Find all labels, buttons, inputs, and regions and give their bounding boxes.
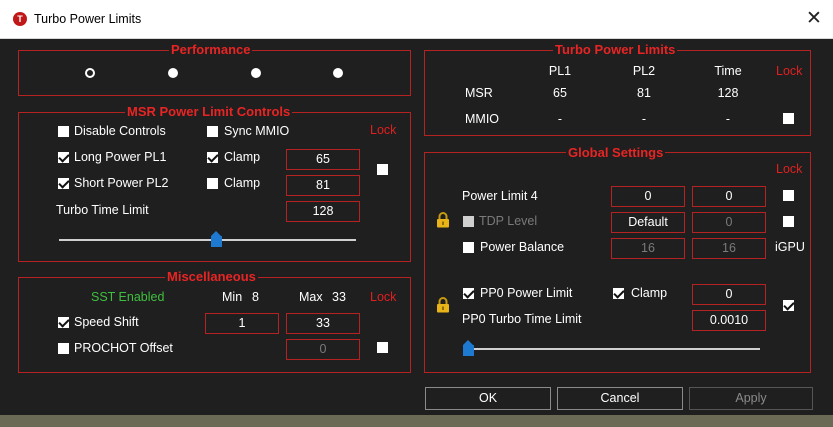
msr-lock-checkbox[interactable] (377, 164, 388, 175)
apply-button[interactable]: Apply (689, 387, 813, 410)
global-title: Global Settings (566, 145, 666, 160)
window-title: Turbo Power Limits (34, 12, 142, 26)
tdp-lock-checkbox[interactable] (783, 216, 794, 227)
padlock-icon (437, 212, 449, 228)
sync-mmio-label: Sync MMIO (224, 124, 290, 138)
performance-radio-2[interactable] (168, 68, 178, 78)
speed-shift-max-input[interactable]: 33 (286, 313, 360, 334)
pl4-input-a[interactable]: 0 (611, 186, 685, 207)
turbo-time-slider-track[interactable] (59, 239, 356, 241)
power-balance-input-a[interactable]: 16 (611, 238, 685, 259)
pl1-input[interactable]: 65 (286, 149, 360, 170)
pp0-clamp-checkbox[interactable] (613, 288, 624, 299)
tpl-msr-label: MSR (465, 86, 493, 100)
speed-shift-label: Speed Shift (74, 315, 139, 329)
pl4-lock-checkbox[interactable] (783, 190, 794, 201)
pl1-clamp-label: Clamp (224, 150, 261, 164)
max-value: 33 (332, 290, 346, 304)
pl2-clamp-checkbox[interactable] (207, 178, 218, 189)
global-lock-label: Lock (776, 162, 803, 176)
tpl-header-pl1: PL1 (548, 64, 572, 78)
cancel-button[interactable]: Cancel (557, 387, 683, 410)
tpl-msr-pl1: 65 (553, 86, 567, 100)
disable-controls-checkbox[interactable] (58, 126, 69, 137)
tpl-mmio-pl1: - (557, 112, 563, 126)
tpl-mmio-label: MMIO (465, 112, 500, 126)
misc-lock-checkbox[interactable] (377, 342, 388, 353)
speed-shift-min-input[interactable]: 1 (205, 313, 279, 334)
misc-lock-label: Lock (370, 290, 397, 304)
pp0-power-limit-label: PP0 Power Limit (480, 286, 573, 300)
padlock-icon (437, 297, 449, 313)
tpl-title: Turbo Power Limits (553, 42, 678, 57)
performance-title: Performance (169, 42, 253, 57)
pl2-input[interactable]: 81 (286, 175, 360, 196)
min-label: Min (222, 290, 243, 304)
app-icon: T (13, 12, 27, 26)
sst-enabled-status: SST Enabled (91, 290, 165, 304)
msr-title: MSR Power Limit Controls (125, 104, 293, 119)
prochot-input[interactable]: 0 (286, 339, 360, 360)
pp0-time-label: PP0 Turbo Time Limit (462, 312, 582, 326)
long-pl1-checkbox[interactable] (58, 152, 69, 163)
pp0-power-limit-checkbox[interactable] (463, 288, 474, 299)
short-pl2-checkbox[interactable] (58, 178, 69, 189)
long-pl1-label: Long Power PL1 (74, 150, 167, 164)
tdp-level-label: TDP Level (479, 214, 538, 228)
performance-radio-3[interactable] (251, 68, 261, 78)
tpl-msr-time: 128 (717, 86, 739, 100)
tpl-header-pl2: PL2 (632, 64, 656, 78)
turbo-time-label: Turbo Time Limit (56, 203, 149, 217)
igpu-label: iGPU (775, 240, 805, 254)
ok-button[interactable]: OK (425, 387, 551, 410)
tpl-mmio-time: - (725, 112, 731, 126)
prochot-checkbox[interactable] (58, 343, 69, 354)
pp0-lock-checkbox[interactable] (783, 300, 794, 311)
pp0-time-slider-track[interactable] (463, 348, 760, 350)
tpl-header-lock: Lock (776, 64, 803, 78)
close-icon[interactable]: ✕ (803, 8, 825, 30)
tdp-level-select[interactable]: Default (611, 212, 685, 233)
pl4-label: Power Limit 4 (462, 189, 538, 203)
msr-lock-label: Lock (370, 123, 397, 137)
short-pl2-label: Short Power PL2 (74, 176, 169, 190)
tpl-mmio-lock-checkbox[interactable] (783, 113, 794, 124)
sync-mmio-checkbox[interactable] (207, 126, 218, 137)
tdp-level-input[interactable]: 0 (692, 212, 766, 233)
performance-radio-1[interactable] (85, 68, 95, 78)
pl4-input-b[interactable]: 0 (692, 186, 766, 207)
power-balance-input-b[interactable]: 16 (692, 238, 766, 259)
tpl-mmio-pl2: - (641, 112, 647, 126)
pp0-time-slider-thumb[interactable] (463, 340, 474, 356)
max-label: Max (299, 290, 323, 304)
performance-radio-4[interactable] (333, 68, 343, 78)
pl2-clamp-label: Clamp (224, 176, 261, 190)
misc-title: Miscellaneous (165, 269, 258, 284)
pp0-power-input[interactable]: 0 (692, 284, 766, 305)
disable-controls-label: Disable Controls (74, 124, 166, 138)
tdp-level-checkbox[interactable] (463, 216, 474, 227)
speed-shift-checkbox[interactable] (58, 317, 69, 328)
power-balance-checkbox[interactable] (463, 242, 474, 253)
turbo-time-input[interactable]: 128 (286, 201, 360, 222)
min-value: 8 (252, 290, 259, 304)
turbo-time-slider-thumb[interactable] (211, 231, 222, 247)
pp0-time-input[interactable]: 0.0010 (692, 310, 766, 331)
prochot-label: PROCHOT Offset (74, 341, 173, 355)
pp0-clamp-label: Clamp (631, 286, 668, 300)
power-balance-label: Power Balance (480, 240, 565, 254)
pl1-clamp-checkbox[interactable] (207, 152, 218, 163)
tpl-msr-pl2: 81 (637, 86, 651, 100)
tpl-header-time: Time (714, 64, 742, 78)
